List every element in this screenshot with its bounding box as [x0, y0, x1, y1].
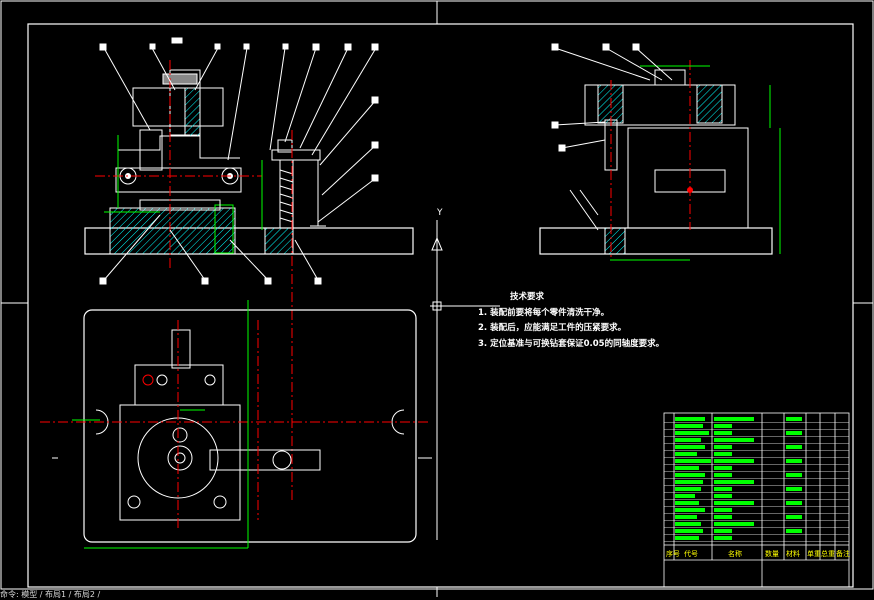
parts-list-code-cell — [675, 417, 705, 421]
tb-header-remark: 备注 — [836, 549, 850, 558]
parts-list-code-cell — [675, 424, 703, 428]
parts-list-code-cell — [675, 480, 703, 484]
parts-list-name-cell — [714, 473, 732, 477]
front-view[interactable] — [84, 60, 414, 500]
tb-header-index: 序号 — [666, 549, 680, 558]
parts-list-name-cell — [714, 494, 732, 498]
parts-list-material-cell — [786, 417, 802, 421]
tb-header-material: 材料 — [786, 549, 800, 558]
parts-list-name-cell — [714, 424, 732, 428]
parts-list-name-cell — [714, 508, 732, 512]
title-block-headers: 序号 代号 名称 数量 材料 单重 总重 备注 — [666, 549, 850, 558]
parts-list-code-cell — [675, 431, 709, 435]
parts-list-code-cell — [675, 438, 701, 442]
layout-tabs-bar[interactable]: 命令: 模型 / 布局1 / 布局2 / — [0, 589, 100, 600]
parts-list-code-cell — [675, 487, 701, 491]
tb-header-qty: 数量 — [765, 549, 779, 558]
parts-list-name-cell — [714, 501, 754, 505]
title-block-rows — [664, 417, 849, 542]
parts-list-material-cell — [786, 431, 802, 435]
parts-list-code-cell — [675, 515, 697, 519]
note-line-3: 3. 定位基准与可换钻套保证0.05的同轴度要求。 — [478, 338, 665, 349]
parts-list-code-cell — [675, 445, 705, 449]
tb-header-name: 名称 — [728, 549, 742, 558]
parts-list-name-cell — [714, 445, 732, 449]
plan-view[interactable] — [40, 300, 430, 549]
parts-list-name-cell — [714, 529, 732, 533]
parts-list-material-cell — [786, 515, 802, 519]
parts-list-material-cell — [786, 473, 802, 477]
ucs-y-label: Y — [437, 208, 443, 218]
note-line-2: 2. 装配后，应能满足工件的压紧要求。 — [478, 323, 627, 333]
parts-list-material-cell — [786, 487, 802, 491]
parts-list-name-cell — [714, 480, 754, 484]
parts-list-material-cell — [786, 459, 802, 463]
parts-list-name-cell — [714, 417, 754, 421]
note-line-1: 1. 装配前要将每个零件清洗干净。 — [478, 307, 610, 318]
tb-header-code: 代号 — [684, 549, 698, 558]
parts-list-name-cell — [714, 487, 732, 491]
notes-title: 技术要求 — [510, 292, 545, 302]
parts-list-name-cell — [714, 431, 732, 435]
parts-list-name-cell — [714, 466, 732, 470]
technical-requirements: 技术要求 1. 装配前要将每个零件清洗干净。 2. 装配后，应能满足工件的压紧要… — [478, 290, 664, 352]
side-view[interactable] — [539, 60, 781, 261]
tb-header-unit-weight: 单重 — [807, 549, 821, 558]
parts-list-material-cell — [786, 501, 802, 505]
parts-list-code-cell — [675, 494, 695, 498]
parts-list-name-cell — [714, 515, 732, 519]
parts-list-material-cell — [786, 529, 802, 533]
parts-list-code-cell — [675, 459, 711, 463]
parts-list-name-cell — [714, 536, 732, 540]
parts-list-code-cell — [675, 522, 701, 526]
parts-list-name-cell — [714, 459, 754, 463]
parts-list-code-cell — [675, 501, 699, 505]
parts-list-material-cell — [786, 445, 802, 449]
parts-list-code-cell — [675, 536, 699, 540]
parts-list-code-cell — [675, 508, 705, 512]
parts-list-code-cell — [675, 473, 705, 477]
parts-list-name-cell — [714, 438, 754, 442]
parts-list-code-cell — [675, 466, 699, 470]
tb-header-total-weight: 总重 — [821, 549, 835, 558]
parts-list-name-cell — [714, 452, 732, 456]
parts-list-code-cell — [675, 452, 697, 456]
parts-list-name-cell — [714, 522, 754, 526]
cad-drawing-canvas[interactable]: 序号 代号 名称 数量 材料 单重 总重 备注 — [0, 0, 874, 600]
parts-list-code-cell — [675, 529, 703, 533]
ucs-icon — [52, 220, 500, 540]
